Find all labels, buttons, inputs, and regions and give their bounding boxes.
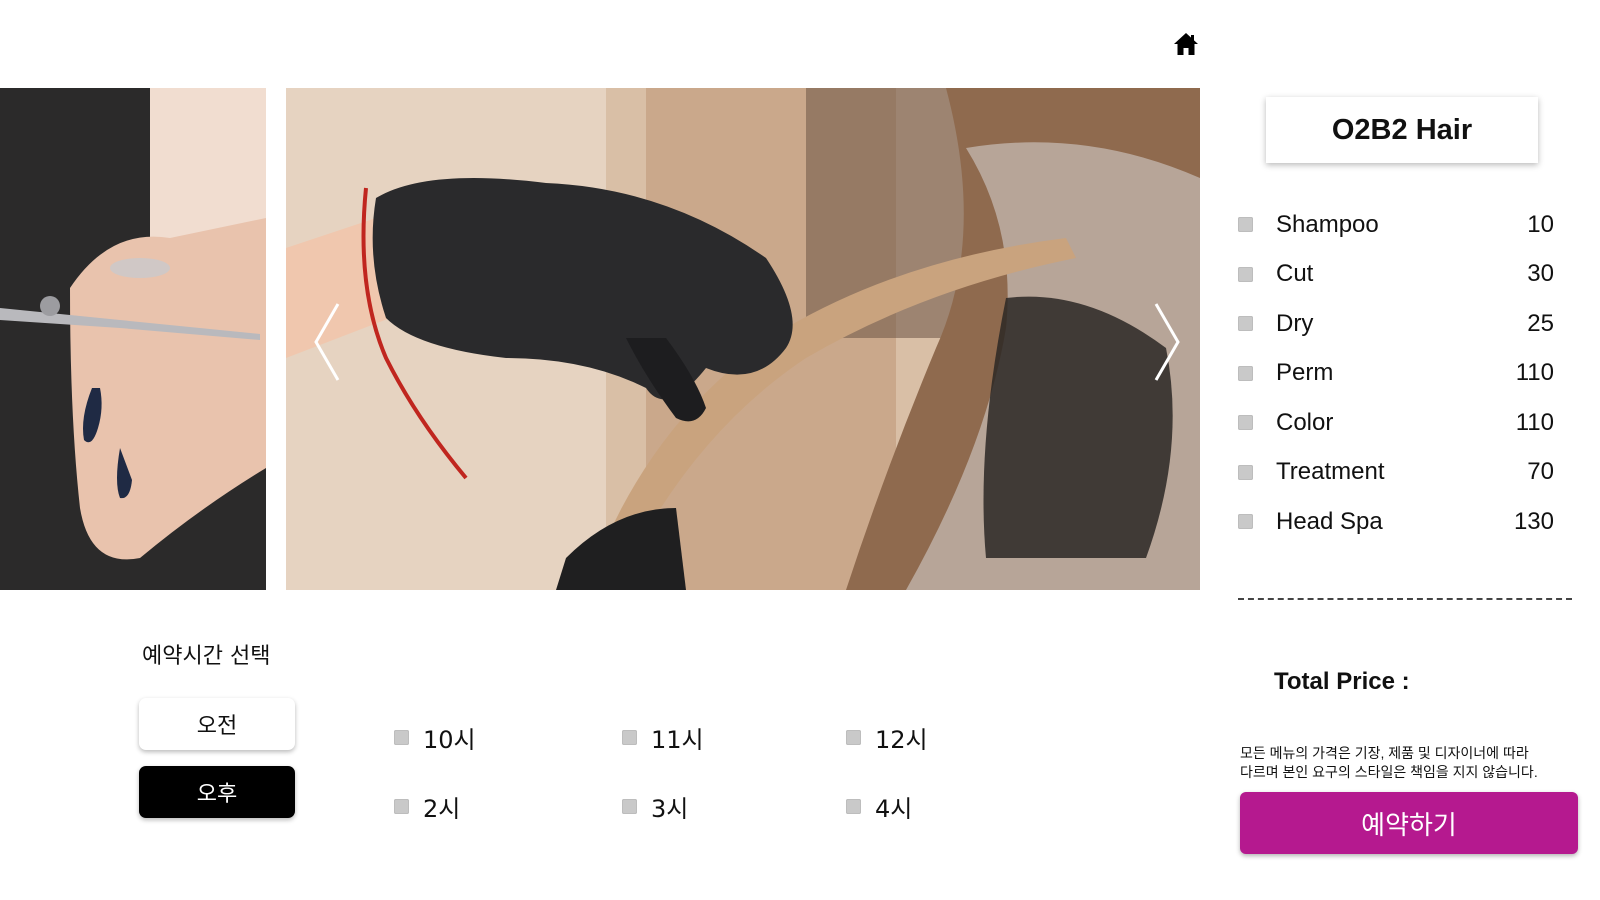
- menu-checkbox[interactable]: [1238, 316, 1253, 332]
- shop-name-card: O2B2 Hair: [1266, 97, 1538, 163]
- pm-button[interactable]: 오후: [139, 766, 295, 818]
- menu-item-name: Color: [1276, 408, 1334, 436]
- time-selection-title: 예약시간 선택: [142, 644, 271, 669]
- main-slide-photo: [286, 88, 1200, 590]
- price-notice: 모든 메뉴의 가격은 기장, 제품 및 디자이너에 따라 다르며 본인 요구의 …: [1240, 744, 1580, 782]
- menu-item-dry[interactable]: Dry 25: [1238, 299, 1562, 349]
- menu-item-head-spa[interactable]: Head Spa 130: [1238, 497, 1562, 547]
- menu-item-price: 130: [1513, 507, 1554, 535]
- service-menu-list: Shampoo 10 Cut 30 Dry 25 Perm 110 Color …: [1238, 200, 1562, 547]
- time-slot-12[interactable]: 12시: [846, 720, 928, 755]
- menu-item-treatment[interactable]: Treatment 70: [1238, 448, 1562, 498]
- am-button[interactable]: 오전: [139, 698, 295, 750]
- time-slot-checkbox[interactable]: [394, 799, 409, 814]
- time-slot-checkbox[interactable]: [622, 730, 637, 745]
- booking-page: O2B2 Hair Shampoo 10 Cut 30 Dry 25 Perm …: [0, 0, 1600, 900]
- time-slot-2[interactable]: 2시: [394, 789, 460, 824]
- menu-checkbox[interactable]: [1238, 217, 1253, 233]
- menu-checkbox[interactable]: [1238, 415, 1253, 431]
- time-slot-label: 12시: [875, 726, 928, 754]
- time-slot-label: 10시: [423, 726, 476, 754]
- time-slot-3[interactable]: 3시: [622, 789, 688, 824]
- menu-item-color[interactable]: Color 110: [1238, 398, 1562, 448]
- time-slot-checkbox[interactable]: [394, 730, 409, 745]
- menu-checkbox[interactable]: [1238, 365, 1253, 381]
- menu-item-name: Dry: [1276, 309, 1314, 337]
- reserve-button[interactable]: 예약하기: [1240, 792, 1578, 854]
- menu-item-price: 10: [1527, 210, 1554, 238]
- menu-item-price: 70: [1527, 458, 1554, 486]
- dashed-divider: [1238, 598, 1572, 600]
- menu-checkbox[interactable]: [1238, 266, 1253, 282]
- time-slot-label: 11시: [651, 726, 704, 754]
- total-price-label: Total Price :: [1274, 668, 1410, 695]
- chevron-left-icon[interactable]: [312, 300, 342, 384]
- chevron-right-icon[interactable]: [1152, 300, 1182, 384]
- previous-slide-photo: [0, 88, 266, 590]
- menu-item-price: 30: [1527, 260, 1554, 288]
- price-notice-line: 다르며 본인 요구의 스타일은 책임을 지지 않습니다.: [1240, 764, 1538, 780]
- time-slot-10[interactable]: 10시: [394, 720, 476, 755]
- menu-item-price: 110: [1515, 408, 1554, 436]
- time-slot-checkbox[interactable]: [846, 799, 861, 814]
- menu-item-name: Treatment: [1276, 458, 1385, 486]
- time-slot-checkbox[interactable]: [622, 799, 637, 814]
- menu-item-name: Shampoo: [1276, 210, 1379, 238]
- menu-item-price: 25: [1527, 309, 1554, 337]
- price-notice-line: 모든 메뉴의 가격은 기장, 제품 및 디자이너에 따라: [1240, 745, 1529, 761]
- home-icon[interactable]: [1172, 30, 1200, 58]
- time-slot-label: 3시: [651, 795, 689, 823]
- menu-item-name: Head Spa: [1276, 507, 1383, 535]
- menu-checkbox[interactable]: [1238, 514, 1253, 530]
- menu-checkbox[interactable]: [1238, 464, 1253, 480]
- menu-item-shampoo[interactable]: Shampoo 10: [1238, 200, 1562, 250]
- time-slot-4[interactable]: 4시: [846, 789, 912, 824]
- time-slot-checkbox[interactable]: [846, 730, 861, 745]
- menu-item-price: 110: [1515, 359, 1554, 387]
- time-slot-11[interactable]: 11시: [622, 720, 704, 755]
- menu-item-perm[interactable]: Perm 110: [1238, 349, 1562, 399]
- menu-item-name: Cut: [1276, 260, 1314, 288]
- time-slot-label: 2시: [423, 795, 461, 823]
- time-slot-label: 4시: [875, 795, 913, 823]
- shop-name: O2B2 Hair: [1331, 113, 1473, 146]
- menu-item-cut[interactable]: Cut 30: [1238, 250, 1562, 300]
- menu-item-name: Perm: [1276, 359, 1334, 387]
